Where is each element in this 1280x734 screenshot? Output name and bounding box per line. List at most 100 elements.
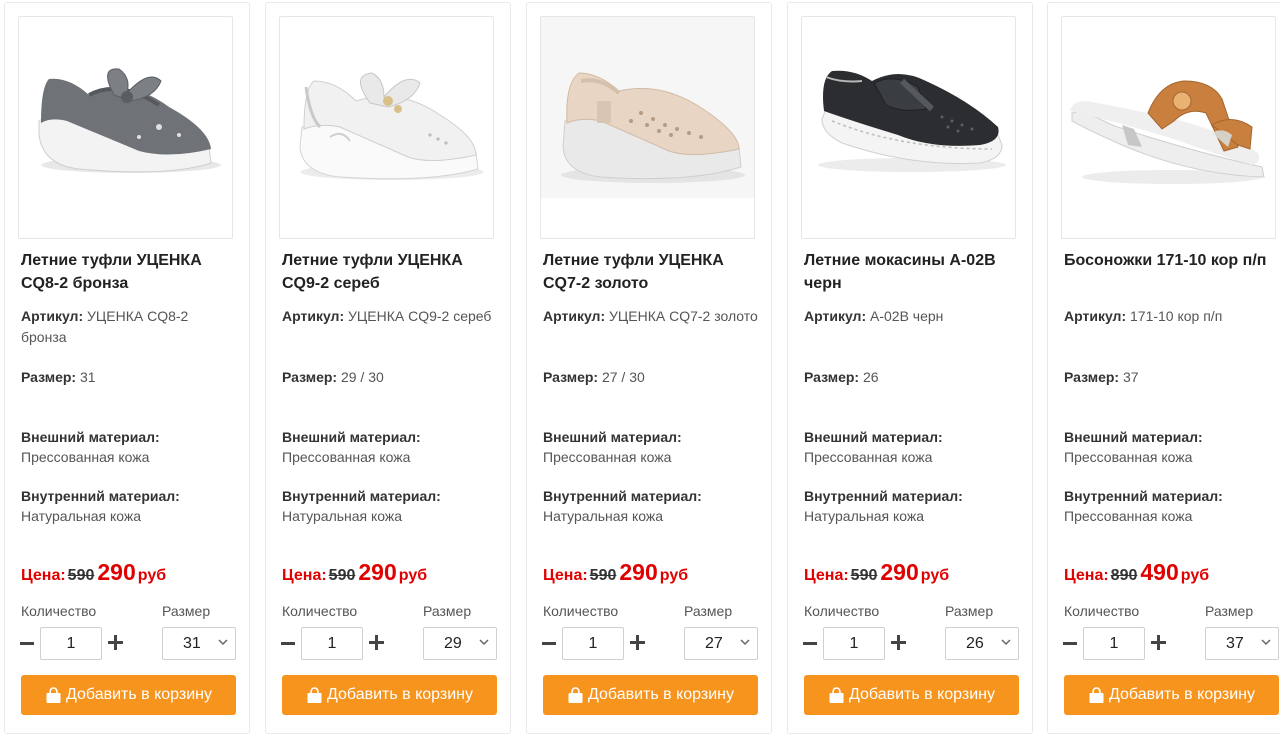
new-price: 290 [619, 559, 658, 585]
inner-material-label: Внутренний материал: [543, 488, 702, 504]
outer-material-value: Прессованная кожа [21, 449, 150, 465]
quantity-decrease-button[interactable] [541, 631, 557, 655]
quantity-label: Количество [543, 603, 619, 619]
quantity-input[interactable] [1083, 627, 1145, 660]
quantity-increase-button[interactable] [108, 635, 124, 651]
quantity-decrease-button[interactable] [280, 631, 296, 655]
product-size: Размер: 37 [1064, 367, 1139, 387]
product-image[interactable] [18, 16, 233, 239]
product-price: Цена: 590 290 руб [21, 559, 166, 586]
size-value: 37 [1122, 369, 1139, 385]
quantity-input[interactable] [823, 627, 885, 660]
product-size: Размер: 26 [804, 367, 879, 387]
add-to-cart-button[interactable]: Добавить в корзину [1064, 675, 1279, 715]
white-sneaker-with-bow-icon [280, 17, 493, 198]
sku-value: А-02В черн [870, 308, 944, 324]
product-title[interactable]: Летние туфли УЦЕНКА CQ8-2 бронза [21, 249, 236, 295]
size-select[interactable]: 26 [945, 627, 1019, 660]
outer-material-label: Внешний материал: [282, 429, 421, 445]
product-price: Цена: 590 290 руб [543, 559, 688, 586]
silver-sneaker-with-bow-icon [19, 17, 232, 198]
quantity-decrease-button[interactable] [802, 631, 818, 655]
outer-material: Внешний материал: Прессованная кожа [282, 427, 497, 467]
old-price: 890 [1110, 567, 1138, 584]
size-select-label: Размер [162, 603, 211, 619]
new-price: 290 [880, 559, 919, 585]
outer-material: Внешний материал: Прессованная кожа [21, 427, 236, 467]
product-sku: Артикул: УЦЕНКА CQ7-2 золото [543, 306, 758, 327]
quantity-increase-button[interactable] [891, 635, 907, 651]
beige-slip-on-shoe-icon [541, 17, 754, 198]
inner-material-label: Внутренний материал: [804, 488, 963, 504]
inner-material-label: Внутренний материал: [1064, 488, 1223, 504]
old-price: 590 [589, 567, 617, 584]
inner-material: Внутренний материал: Натуральная кожа [804, 486, 1019, 526]
chevron-down-icon [1001, 639, 1011, 646]
add-to-cart-button[interactable]: Добавить в корзину [21, 675, 236, 715]
quantity-decrease-button[interactable] [19, 631, 35, 655]
currency: руб [920, 567, 950, 584]
product-title[interactable]: Летние туфли УЦЕНКА CQ7-2 золото [543, 249, 758, 295]
inner-material: Внутренний материал: Натуральная кожа [543, 486, 758, 526]
size-select-value: 37 [1226, 635, 1244, 652]
product-size: Размер: 27 / 30 [543, 367, 645, 387]
add-to-cart-label: Добавить в корзину [65, 686, 212, 703]
size-select-label: Размер [1205, 603, 1254, 619]
add-to-cart-label: Добавить в корзину [326, 686, 473, 703]
quantity-decrease-button[interactable] [1062, 631, 1078, 655]
product-title[interactable]: Летние туфли УЦЕНКА CQ9-2 сереб [282, 249, 497, 295]
product-card: Летние туфли УЦЕНКА CQ9-2 сереб Артикул:… [265, 2, 511, 734]
currency: руб [1180, 567, 1210, 584]
size-select[interactable]: 31 [162, 627, 236, 660]
product-card: Босоножки 171-10 кор п/п Артикул: 171-10… [1047, 2, 1280, 734]
product-title[interactable]: Босоножки 171-10 кор п/п [1064, 249, 1279, 272]
size-select[interactable]: 27 [684, 627, 758, 660]
quantity-increase-button[interactable] [630, 635, 646, 651]
add-to-cart-label: Добавить в корзину [848, 686, 995, 703]
size-select[interactable]: 29 [423, 627, 497, 660]
size-label: Размер: [1064, 369, 1120, 385]
product-image[interactable] [279, 16, 494, 239]
size-select-label: Размер [684, 603, 733, 619]
inner-material-label: Внутренний материал: [21, 488, 180, 504]
inner-material-value: Натуральная кожа [804, 508, 925, 524]
size-label: Размер: [282, 369, 338, 385]
size-select[interactable]: 37 [1205, 627, 1279, 660]
product-title[interactable]: Летние мокасины А-02В черн [804, 249, 1019, 295]
chevron-down-icon [479, 639, 489, 646]
shopping-bag-icon [306, 686, 323, 704]
quantity-label: Количество [282, 603, 358, 619]
product-sku: Артикул: УЦЕНКА CQ9-2 сереб [282, 306, 497, 327]
currency: руб [398, 567, 428, 584]
size-select-value: 31 [183, 635, 201, 652]
quantity-label: Количество [1064, 603, 1140, 619]
sku-value: УЦЕНКА CQ7-2 золото [609, 308, 758, 324]
size-label: Размер: [21, 369, 77, 385]
add-to-cart-button[interactable]: Добавить в корзину [543, 675, 758, 715]
quantity-input[interactable] [301, 627, 363, 660]
add-to-cart-button[interactable]: Добавить в корзину [804, 675, 1019, 715]
product-image[interactable] [1061, 16, 1276, 239]
sku-label: Артикул: [282, 308, 345, 324]
quantity-label: Количество [804, 603, 880, 619]
size-value: 29 / 30 [340, 369, 384, 385]
sku-label: Артикул: [804, 308, 867, 324]
product-image[interactable] [540, 16, 755, 239]
add-to-cart-button[interactable]: Добавить в корзину [282, 675, 497, 715]
size-value: 26 [862, 369, 879, 385]
product-price: Цена: 590 290 руб [282, 559, 427, 586]
outer-material-value: Прессованная кожа [1064, 449, 1193, 465]
outer-material-label: Внешний материал: [1064, 429, 1203, 445]
old-price: 590 [67, 567, 95, 584]
size-label: Размер: [543, 369, 599, 385]
outer-material-value: Прессованная кожа [804, 449, 933, 465]
product-card: Летние мокасины А-02В черн Артикул: А-02… [787, 2, 1033, 734]
quantity-input[interactable] [40, 627, 102, 660]
quantity-input[interactable] [562, 627, 624, 660]
quantity-increase-button[interactable] [369, 635, 385, 651]
chevron-down-icon [740, 639, 750, 646]
product-size: Размер: 29 / 30 [282, 367, 384, 387]
product-image[interactable] [801, 16, 1016, 239]
inner-material: Внутренний материал: Прессованная кожа [1064, 486, 1279, 526]
quantity-increase-button[interactable] [1151, 635, 1167, 651]
